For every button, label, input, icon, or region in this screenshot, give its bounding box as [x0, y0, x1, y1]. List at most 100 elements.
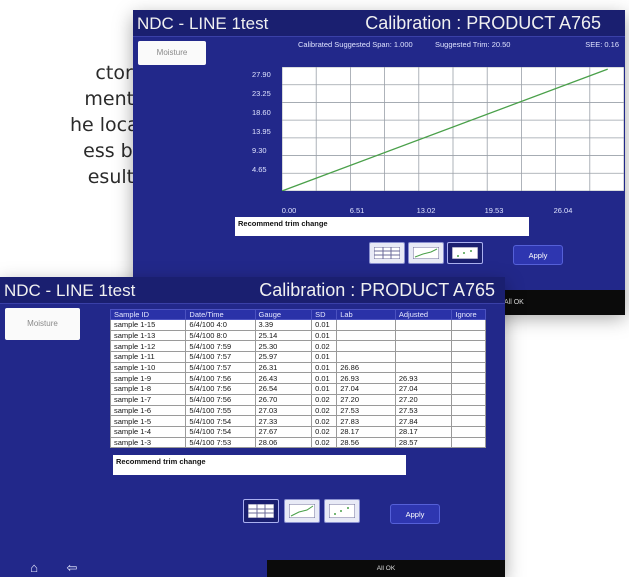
- background-text-line: ments: [84, 88, 144, 110]
- apply-button[interactable]: Apply: [513, 245, 563, 265]
- table-cell: 0.02: [311, 425, 338, 438]
- column-header[interactable]: Gauge: [254, 309, 313, 320]
- table-row[interactable]: sample 1-4 5/4/100 7:54 27.67 0.02 28.17 28.1…: [109, 425, 486, 438]
- table-cell: 0.02: [311, 404, 338, 417]
- table-row[interactable]: sample 1-5 5/4/100 7:54 27.33 0.02 27.83 27.8…: [109, 415, 486, 427]
- table-row[interactable]: sample 1-12 5/4/100 7:59 25.30 0.02: [109, 340, 486, 353]
- table-cell: 25.30: [254, 340, 313, 353]
- table-cell: 5/4/100 7:56: [185, 372, 256, 385]
- table-row[interactable]: sample 1-6 5/4/100 7:55 27.03 0.02 27.53 27.5…: [109, 404, 486, 417]
- table-cell: sample 1-12: [109, 340, 187, 353]
- table-cell: [394, 340, 453, 353]
- table-cell: [451, 415, 486, 427]
- table-cell: [451, 393, 486, 406]
- table-view-button[interactable]: [369, 242, 405, 264]
- table-cell: sample 1-7: [109, 393, 187, 406]
- apply-button[interactable]: Apply: [390, 504, 440, 524]
- table-cell: 26.54: [254, 383, 313, 395]
- x-tick-label: 0.00: [281, 206, 297, 215]
- y-tick-label: 9.30: [252, 146, 267, 155]
- app-title: NDC - LINE 1test: [4, 281, 136, 300]
- calibration-table-screen: NDC - LINE 1test Calibration : PRODUCT A…: [0, 277, 505, 577]
- calibration-line: [282, 68, 608, 191]
- column-header[interactable]: Lab: [336, 309, 396, 320]
- column-header[interactable]: Ignore: [451, 309, 486, 320]
- column-header[interactable]: Date/Time: [185, 309, 256, 320]
- table-cell: [451, 351, 486, 363]
- table-cell: [394, 351, 453, 363]
- table-cell: sample 1-4: [109, 425, 187, 438]
- page-title: Calibration : PRODUCT A765: [365, 13, 601, 33]
- column-header[interactable]: Sample ID: [109, 309, 187, 320]
- background-text-line: esults: [87, 166, 144, 188]
- scatter-graph-icon: [452, 247, 478, 259]
- title-bar: NDC - LINE 1test Calibration : PRODUCT A…: [0, 277, 505, 304]
- x-tick-label: 19.53: [484, 206, 504, 215]
- table-cell: 0.02: [311, 436, 338, 449]
- table-cell: 25.97: [254, 351, 313, 363]
- table-cell: 5/4/100 8:0: [185, 329, 256, 342]
- table-cell: 5/4/100 7:57: [185, 361, 256, 374]
- back-arrow-icon: ⇦: [66, 560, 78, 575]
- y-tick-label: 18.60: [252, 108, 271, 117]
- line-graph-icon: [413, 247, 439, 259]
- table-cell: 3.39: [254, 319, 313, 331]
- table-cell: 28.56: [336, 436, 396, 449]
- table-cell: sample 1-8: [109, 383, 187, 395]
- table-row[interactable]: sample 1-3 5/4/100 7:53 28.06 0.02 28.56 28.5…: [109, 436, 486, 449]
- table-cell: 27.53: [336, 404, 396, 417]
- table-cell: [451, 404, 486, 417]
- table-cell: 0.01: [311, 329, 338, 342]
- table-view-button[interactable]: [243, 499, 279, 523]
- x-tick-label: 26.04: [553, 206, 573, 215]
- line-graph-icon: [289, 504, 315, 518]
- table-row[interactable]: sample 1-13 5/4/100 8:0 25.14 0.01: [109, 329, 486, 342]
- table-cell: sample 1-9: [109, 372, 187, 385]
- column-header[interactable]: Adjusted: [394, 309, 453, 320]
- table-row[interactable]: sample 1-7 5/4/100 7:56 26.70 0.02 27.20 27.2…: [109, 393, 486, 406]
- tab-moisture[interactable]: Moisture: [5, 308, 80, 340]
- table-cell: 27.04: [336, 383, 396, 395]
- scatter-graph-icon: [329, 504, 355, 518]
- column-header[interactable]: SD: [311, 309, 338, 320]
- table-cell: sample 1-3: [109, 436, 187, 449]
- title-bar: NDC - LINE 1test Calibration : PRODUCT A…: [133, 10, 625, 37]
- back-button[interactable]: ⇦: [60, 559, 84, 577]
- table-cell: 25.14: [254, 329, 313, 342]
- table-cell: 5/4/100 7:53: [185, 436, 256, 449]
- table-cell: 0.01: [311, 383, 338, 395]
- table-row[interactable]: sample 1-8 5/4/100 7:56 26.54 0.01 27.04 27.0…: [109, 383, 486, 395]
- y-tick-label: 27.90: [252, 70, 271, 79]
- status-bar: All OK: [267, 560, 505, 577]
- calibration-chart-screen: NDC - LINE 1test Calibration : PRODUCT A…: [133, 10, 625, 312]
- table-cell: sample 1-15: [109, 319, 187, 331]
- page-title: Calibration : PRODUCT A765: [259, 280, 495, 300]
- background-text-line: he local: [69, 114, 144, 136]
- scatter-graph-button[interactable]: [447, 242, 483, 264]
- line-graph-button[interactable]: [408, 242, 444, 264]
- table-row[interactable]: sample 1-11 5/4/100 7:57 25.97 0.01: [109, 351, 486, 363]
- tab-moisture[interactable]: Moisture: [138, 41, 206, 65]
- table-cell: [394, 361, 453, 374]
- table-cell: 5/4/100 7:54: [185, 415, 256, 427]
- table-row[interactable]: sample 1-15 6/4/100 4:0 3.39 0.01: [109, 319, 486, 331]
- home-button[interactable]: ⌂: [22, 559, 46, 577]
- table-row[interactable]: sample 1-10 5/4/100 7:57 26.31 0.01 26.86: [109, 361, 486, 374]
- table-cell: 26.93: [394, 372, 453, 385]
- table-icon: [248, 504, 274, 518]
- line-graph-button[interactable]: [284, 499, 320, 523]
- table-cell: 0.02: [311, 415, 338, 427]
- scatter-graph-button[interactable]: [324, 499, 360, 523]
- table-cell: 27.20: [394, 393, 453, 406]
- table-row[interactable]: sample 1-9 5/4/100 7:56 26.43 0.01 26.93 26.9…: [109, 372, 486, 385]
- table-cell: sample 1-13: [109, 329, 187, 342]
- table-cell: 5/4/100 7:54: [185, 425, 256, 438]
- table-cell: [451, 340, 486, 353]
- table-cell: 26.43: [254, 372, 313, 385]
- recommendation-message: Recommend trim change: [113, 455, 406, 475]
- table-cell: 27.83: [336, 415, 396, 427]
- table-cell: 5/4/100 7:56: [185, 383, 256, 395]
- table-cell: 26.93: [336, 372, 396, 385]
- table-cell: [451, 372, 486, 385]
- table-cell: [451, 329, 486, 342]
